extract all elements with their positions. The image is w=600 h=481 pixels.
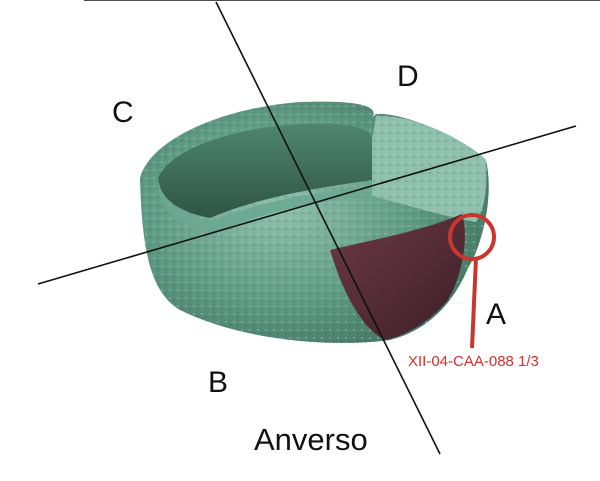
label-d: D: [397, 60, 419, 93]
bracelet-figure: [37, 0, 600, 455]
label-c: C: [112, 96, 134, 129]
label-a: A: [486, 298, 507, 331]
sample-marker-pointer: [470, 257, 478, 349]
figure-canvas: C D A B Anverso XII-04-CAA-088 1/3: [0, 0, 600, 476]
view-label: Anverso: [254, 422, 368, 457]
label-b: B: [208, 366, 229, 399]
sample-code-label: XII-04-CAA-088 1/3: [408, 353, 539, 370]
